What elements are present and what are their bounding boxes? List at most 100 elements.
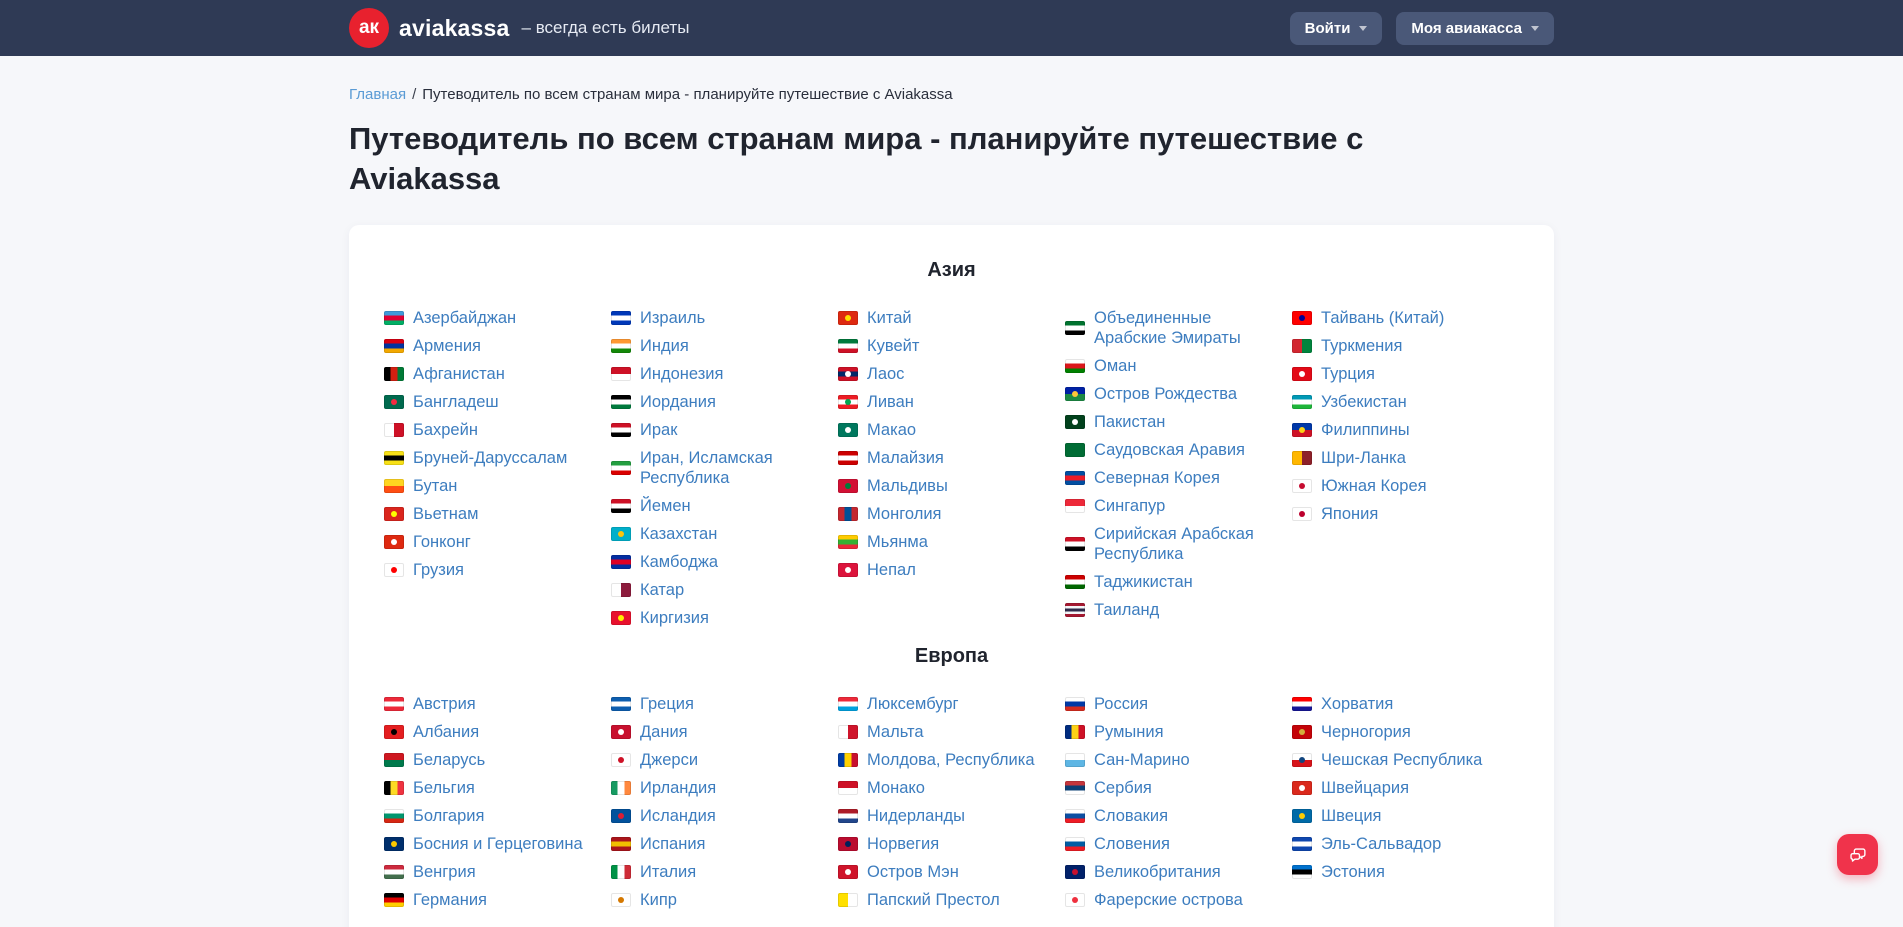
country-link[interactable]: Люксембург — [838, 694, 1039, 714]
country-link[interactable]: Германия — [384, 890, 585, 910]
country-link[interactable]: Израиль — [611, 308, 812, 328]
my-aviakassa-button[interactable]: Моя авиакасса — [1396, 12, 1554, 45]
country-link[interactable]: Сербия — [1065, 778, 1266, 798]
section-title-asia: Азия — [384, 259, 1519, 282]
country-link[interactable]: Япония — [1292, 504, 1493, 524]
country-link[interactable]: Тайвань (Китай) — [1292, 308, 1493, 328]
country-link[interactable]: Бутан — [384, 476, 585, 496]
country-link[interactable]: Кувейт — [838, 336, 1039, 356]
country-link[interactable]: Пакистан — [1065, 412, 1266, 432]
country-link[interactable]: Исландия — [611, 806, 812, 826]
country-link[interactable]: Швейцария — [1292, 778, 1493, 798]
country-link[interactable]: Таиланд — [1065, 600, 1266, 620]
country-link[interactable]: Лаос — [838, 364, 1039, 384]
country-link[interactable]: Йемен — [611, 496, 812, 516]
country-link[interactable]: Иордания — [611, 392, 812, 412]
country-link[interactable]: Катар — [611, 580, 812, 600]
country-link[interactable]: Армения — [384, 336, 585, 356]
country-link[interactable]: Фарерские острова — [1065, 890, 1266, 910]
chat-button[interactable] — [1837, 834, 1878, 875]
country-link[interactable]: Ирак — [611, 420, 812, 440]
country-link[interactable]: Ливан — [838, 392, 1039, 412]
country-link[interactable]: Ирландия — [611, 778, 812, 798]
flag-emblem — [618, 531, 624, 537]
country-link[interactable]: Сирийская Арабская Республика — [1065, 524, 1266, 564]
country-link[interactable]: Бахрейн — [384, 420, 585, 440]
country-link[interactable]: Южная Корея — [1292, 476, 1493, 496]
country-link[interactable]: Монако — [838, 778, 1039, 798]
country-link[interactable]: Дания — [611, 722, 812, 742]
breadcrumb-home-link[interactable]: Главная — [349, 86, 406, 103]
country-link[interactable]: Мальта — [838, 722, 1039, 742]
country-link[interactable]: Албания — [384, 722, 585, 742]
country-link[interactable]: Швеция — [1292, 806, 1493, 826]
country-link[interactable]: Мьянма — [838, 532, 1039, 552]
country-link[interactable]: Остров Мэн — [838, 862, 1039, 882]
country-link[interactable]: Бруней-Даруссалам — [384, 448, 585, 468]
country-link[interactable]: Болгария — [384, 806, 585, 826]
country-link[interactable]: Афганистан — [384, 364, 585, 384]
country-link[interactable]: Остров Рождества — [1065, 384, 1266, 404]
country-link[interactable]: Бангладеш — [384, 392, 585, 412]
country-link[interactable]: Босния и Герцеговина — [384, 834, 585, 854]
country-link[interactable]: Великобритания — [1065, 862, 1266, 882]
country-link[interactable]: Кипр — [611, 890, 812, 910]
country-link[interactable]: Бельгия — [384, 778, 585, 798]
country-link[interactable]: Саудовская Аравия — [1065, 440, 1266, 460]
logo[interactable]: ак aviakassa – всегда есть билеты — [349, 8, 689, 48]
country-link[interactable]: Казахстан — [611, 524, 812, 544]
country-item: Монголия — [838, 504, 1039, 524]
country-link[interactable]: Иран, Исламская Республика — [611, 448, 812, 488]
country-link[interactable]: Сан-Марино — [1065, 750, 1266, 770]
country-link[interactable]: Австрия — [384, 694, 585, 714]
country-link[interactable]: Киргизия — [611, 608, 812, 628]
country-link[interactable]: Объединенные Арабские Эмираты — [1065, 308, 1266, 348]
country-link[interactable]: Камбоджа — [611, 552, 812, 572]
country-link[interactable]: Таджикистан — [1065, 572, 1266, 592]
country-link[interactable]: Азербайджан — [384, 308, 585, 328]
country-link[interactable]: Филиппины — [1292, 420, 1493, 440]
country-link[interactable]: Северная Корея — [1065, 468, 1266, 488]
country-link[interactable]: Узбекистан — [1292, 392, 1493, 412]
country-link[interactable]: Беларусь — [384, 750, 585, 770]
country-link[interactable]: Хорватия — [1292, 694, 1493, 714]
country-link[interactable]: Шри-Ланка — [1292, 448, 1493, 468]
country-link[interactable]: Эль-Сальвадор — [1292, 834, 1493, 854]
country-link[interactable]: Оман — [1065, 356, 1266, 376]
country-link[interactable]: Макао — [838, 420, 1039, 440]
country-link[interactable]: Китай — [838, 308, 1039, 328]
country-link[interactable]: Нидерланды — [838, 806, 1039, 826]
country-link[interactable]: Венгрия — [384, 862, 585, 882]
country-link[interactable]: Мальдивы — [838, 476, 1039, 496]
country-link[interactable]: Индонезия — [611, 364, 812, 384]
country-link[interactable]: Малайзия — [838, 448, 1039, 468]
country-link[interactable]: Словения — [1065, 834, 1266, 854]
country-link[interactable]: Гонконг — [384, 532, 585, 552]
country-link[interactable]: Черногория — [1292, 722, 1493, 742]
country-link[interactable]: Туркмения — [1292, 336, 1493, 356]
country-link[interactable]: Норвегия — [838, 834, 1039, 854]
country-link[interactable]: Румыния — [1065, 722, 1266, 742]
country-link[interactable]: Испания — [611, 834, 812, 854]
country-link[interactable]: Италия — [611, 862, 812, 882]
country-link[interactable]: Греция — [611, 694, 812, 714]
section-asia: Азия Азербайджан Армения Афганистан Бангладе… — [384, 259, 1519, 628]
country-link[interactable]: Непал — [838, 560, 1039, 580]
country-link[interactable]: Словакия — [1065, 806, 1266, 826]
country-link[interactable]: Джерси — [611, 750, 812, 770]
country-link[interactable]: Молдова, Республика — [838, 750, 1039, 770]
country-link[interactable]: Эстония — [1292, 862, 1493, 882]
country-link[interactable]: Турция — [1292, 364, 1493, 384]
country-link[interactable]: Монголия — [838, 504, 1039, 524]
country-link[interactable]: Грузия — [384, 560, 585, 580]
country-link[interactable]: Индия — [611, 336, 812, 356]
country-link[interactable]: Папский Престол — [838, 890, 1039, 910]
flag-emblem — [391, 511, 397, 517]
country-link[interactable]: Вьетнам — [384, 504, 585, 524]
country-name: Австрия — [413, 694, 476, 714]
flag-icon — [611, 339, 631, 353]
country-link[interactable]: Чешская Республика — [1292, 750, 1493, 770]
login-button[interactable]: Войти — [1290, 12, 1383, 45]
country-link[interactable]: Россия — [1065, 694, 1266, 714]
country-link[interactable]: Сингапур — [1065, 496, 1266, 516]
